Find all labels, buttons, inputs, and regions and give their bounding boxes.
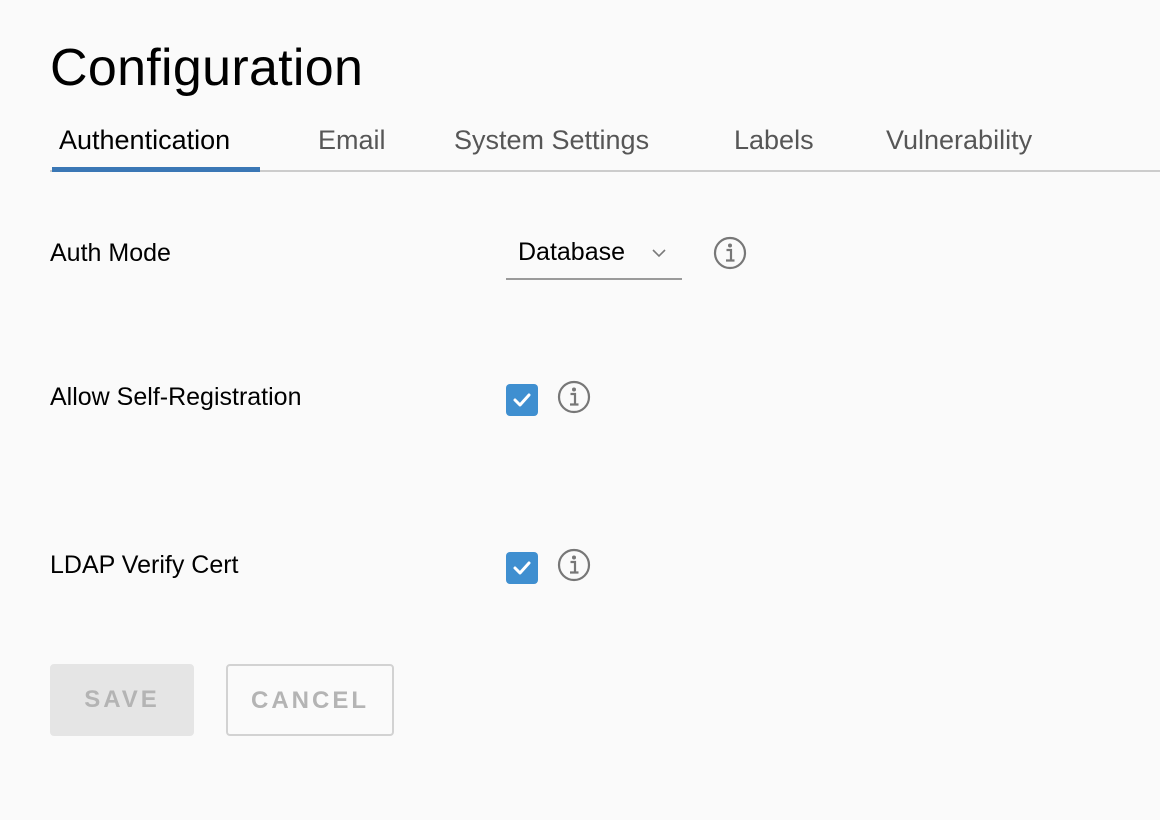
auth-mode-select[interactable]: Database bbox=[506, 234, 682, 280]
tab-bar: Authentication Email System Settings Lab… bbox=[50, 108, 1160, 172]
tab-email[interactable]: Email bbox=[318, 108, 386, 170]
page-title: Configuration bbox=[50, 39, 364, 97]
tab-vulnerability[interactable]: Vulnerability bbox=[886, 108, 1032, 170]
tab-authentication[interactable]: Authentication bbox=[59, 108, 230, 170]
checkmark-icon bbox=[513, 561, 531, 575]
active-tab-indicator bbox=[52, 167, 260, 172]
info-icon[interactable] bbox=[557, 380, 591, 414]
ldap-verify-cert-label: LDAP Verify Cert bbox=[50, 551, 239, 579]
self-registration-label: Allow Self-Registration bbox=[50, 383, 302, 411]
info-icon[interactable] bbox=[713, 236, 747, 270]
self-registration-checkbox[interactable] bbox=[506, 384, 538, 416]
info-icon[interactable] bbox=[557, 548, 591, 582]
auth-mode-value: Database bbox=[518, 238, 626, 266]
chevron-down-icon bbox=[652, 249, 666, 258]
save-button[interactable]: SAVE bbox=[50, 664, 194, 736]
tab-system-settings[interactable]: System Settings bbox=[454, 108, 649, 170]
checkmark-icon bbox=[513, 393, 531, 407]
cancel-button[interactable]: CANCEL bbox=[226, 664, 394, 736]
tab-labels[interactable]: Labels bbox=[734, 108, 814, 170]
ldap-verify-cert-checkbox[interactable] bbox=[506, 552, 538, 584]
auth-mode-label: Auth Mode bbox=[50, 239, 171, 267]
